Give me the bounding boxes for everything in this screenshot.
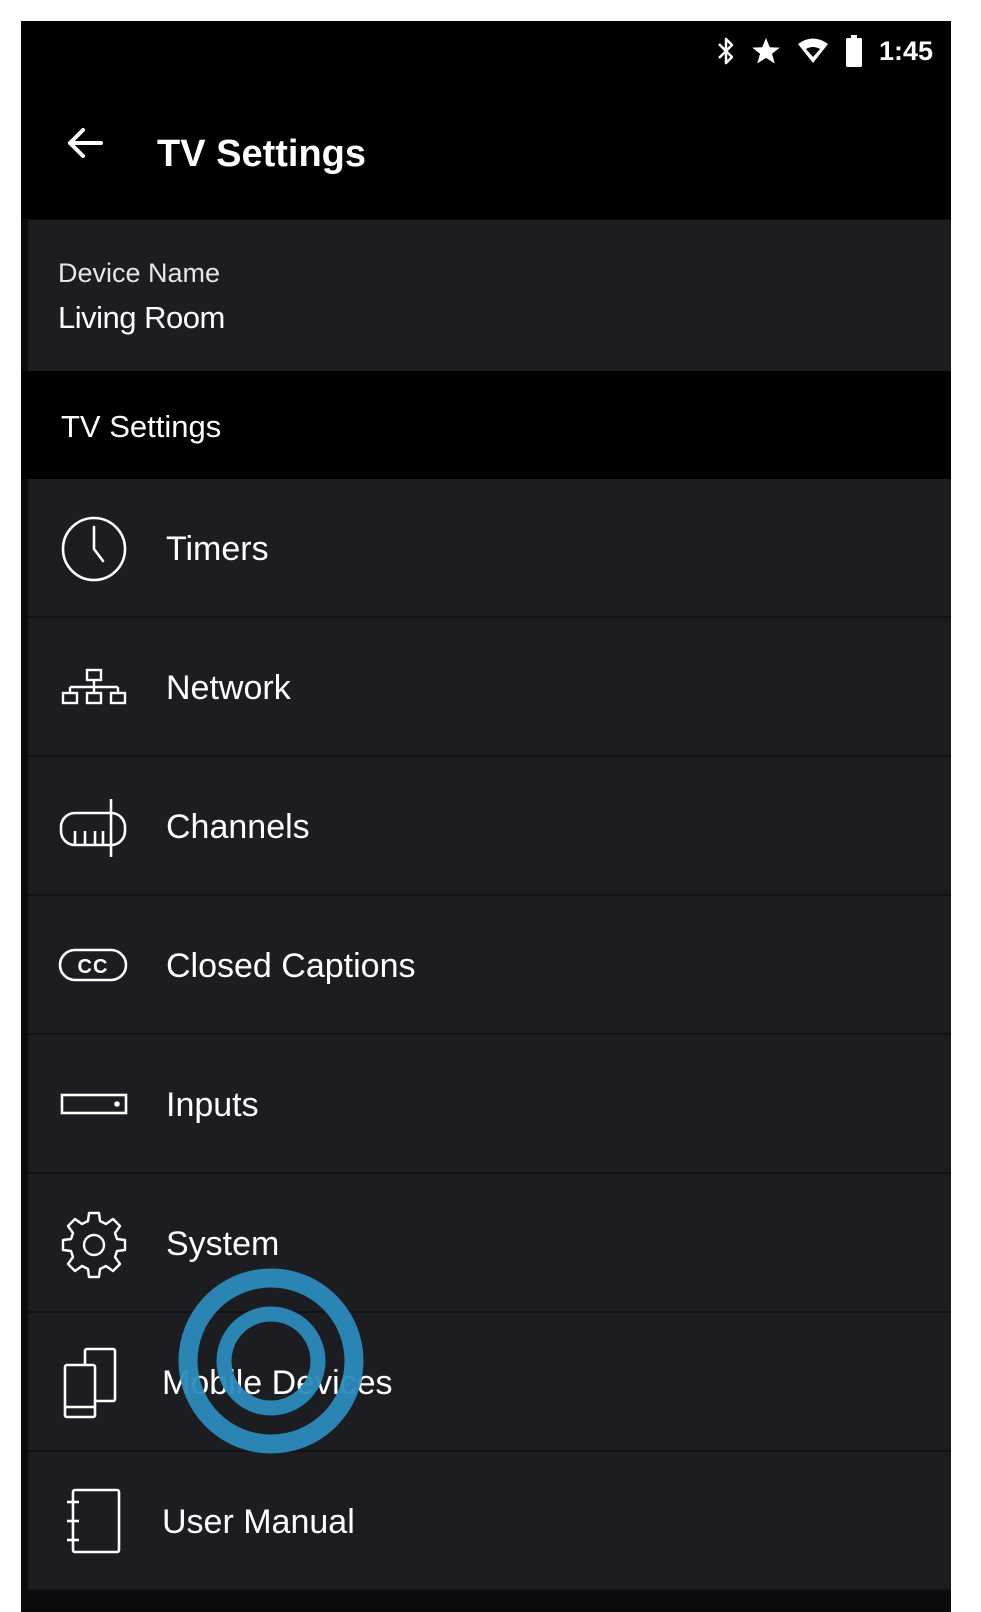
menu-item-system[interactable]: System — [28, 1174, 951, 1313]
menu-item-user-manual[interactable]: User Manual — [28, 1452, 951, 1591]
star-icon — [751, 36, 781, 66]
menu-item-channels[interactable]: Channels — [28, 757, 951, 896]
wifi-icon — [797, 37, 829, 65]
mobile-devices-icon — [58, 1347, 130, 1419]
clock-icon — [58, 513, 130, 585]
bluetooth-icon — [717, 36, 735, 66]
device-name-row[interactable]: Device Name Living Room — [28, 220, 951, 371]
menu-item-label: Channels — [166, 808, 310, 846]
menu-item-mobile-devices[interactable]: Mobile Devices — [28, 1313, 951, 1452]
menu-item-closed-captions[interactable]: CC Closed Captions — [28, 896, 951, 1035]
arrow-left-icon — [68, 128, 103, 158]
network-icon — [58, 652, 130, 724]
status-icons: 1:45 — [717, 35, 933, 67]
device-name-value: Living Room — [58, 300, 225, 335]
menu-item-label: User Manual — [162, 1503, 355, 1541]
back-button[interactable] — [57, 115, 113, 171]
settings-menu: Timers Network Channels CC Closed Captio… — [28, 479, 951, 1591]
device-name-label: Device Name — [58, 258, 221, 288]
app-bar: TV Settings — [21, 83, 951, 219]
menu-item-label: Closed Captions — [166, 947, 416, 985]
menu-item-label: System — [166, 1225, 280, 1263]
menu-item-label: Network — [166, 669, 291, 707]
battery-icon — [845, 35, 863, 67]
menu-item-timers[interactable]: Timers — [28, 479, 951, 618]
menu-item-inputs[interactable]: Inputs — [28, 1035, 951, 1174]
menu-item-label: Mobile Devices — [162, 1364, 393, 1402]
antenna-icon — [58, 791, 130, 863]
page-title: TV Settings — [157, 133, 367, 175]
manual-icon — [58, 1486, 130, 1558]
status-time: 1:45 — [878, 35, 933, 66]
menu-item-network[interactable]: Network — [28, 618, 951, 757]
svg-text:CC: CC — [78, 956, 109, 978]
section-header: TV Settings — [21, 371, 951, 479]
phone-screen: 1:45 TV Settings Device Name Living Room… — [21, 21, 951, 1612]
cc-icon: CC — [58, 930, 130, 1002]
menu-item-label: Inputs — [166, 1086, 259, 1124]
menu-item-label: Timers — [166, 530, 269, 568]
gear-icon — [58, 1208, 130, 1280]
section-title: TV Settings — [61, 409, 222, 444]
status-bar: 1:45 — [21, 21, 951, 83]
input-port-icon — [58, 1069, 130, 1141]
